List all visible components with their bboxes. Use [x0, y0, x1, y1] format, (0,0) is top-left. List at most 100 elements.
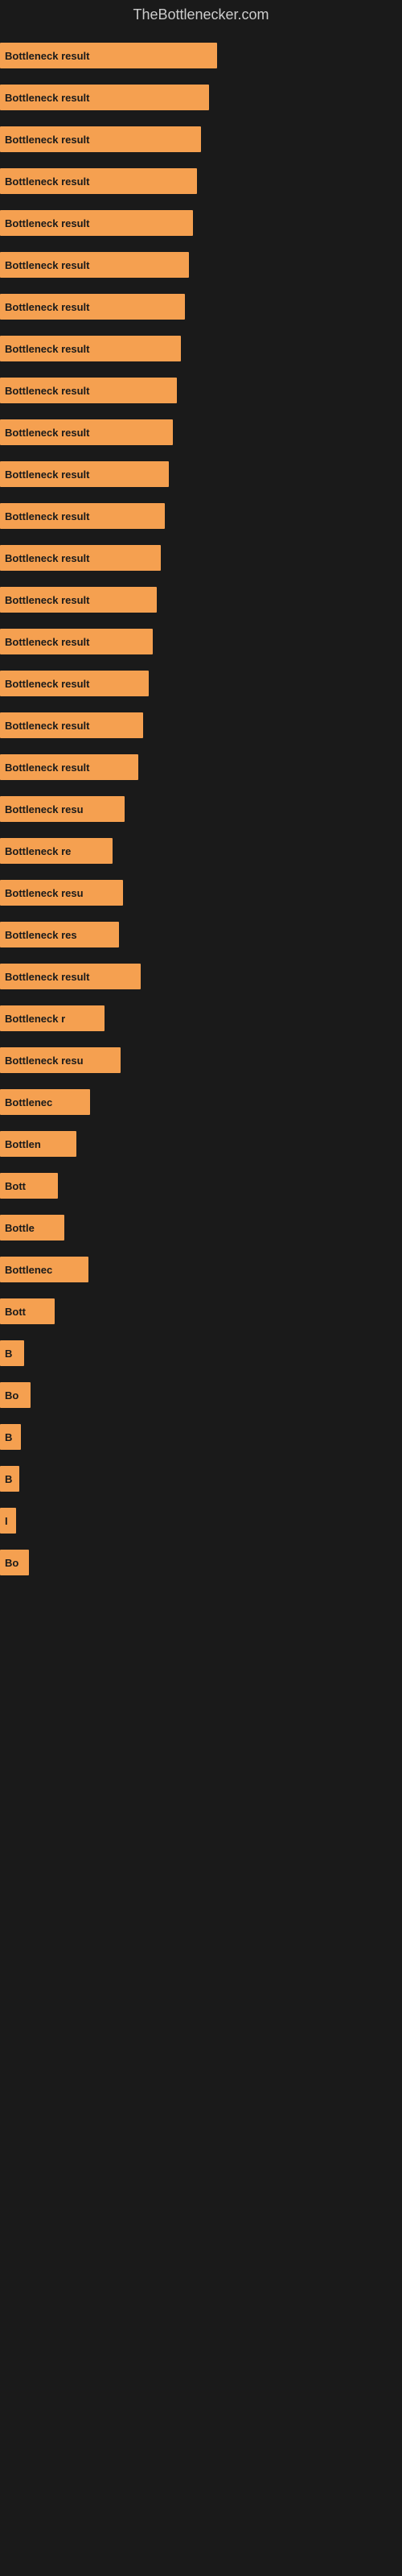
bar-label: Bottleneck result: [5, 385, 89, 397]
bar-label: Bottleneck resu: [5, 803, 84, 815]
bottleneck-bar: Bottlen: [0, 1131, 76, 1157]
bottleneck-bar: Bottleneck result: [0, 671, 149, 696]
bottleneck-bar: Bottleneck result: [0, 712, 143, 738]
bar-row: Bottleneck result: [0, 704, 402, 746]
bar-row: Bottleneck resu: [0, 788, 402, 830]
bar-label: Bottleneck result: [5, 343, 89, 355]
bar-row: Bottleneck result: [0, 76, 402, 118]
bottleneck-bar: Bottleneck result: [0, 336, 181, 361]
bottleneck-bar: Bottleneck resu: [0, 880, 123, 906]
bar-label: Bottleneck result: [5, 720, 89, 732]
bar-label: Bo: [5, 1389, 18, 1402]
bar-row: Bott: [0, 1165, 402, 1207]
bottleneck-bar: Bottleneck result: [0, 294, 185, 320]
bar-label: Bottleneck result: [5, 427, 89, 439]
bar-row: Bottleneck re: [0, 830, 402, 872]
bar-row: Bottleneck result: [0, 244, 402, 286]
bar-label: Bottleneck result: [5, 594, 89, 606]
bottleneck-bar: Bottleneck r: [0, 1005, 105, 1031]
bar-label: B: [5, 1473, 12, 1485]
bar-label: Bottleneck res: [5, 929, 77, 941]
bar-row: B: [0, 1332, 402, 1374]
bar-label: Bottleneck result: [5, 175, 89, 188]
bar-row: Bo: [0, 1542, 402, 1583]
site-title-container: TheBottlenecker.com: [0, 0, 402, 27]
bottleneck-bar: Bottleneck result: [0, 252, 189, 278]
bar-label: Bottlenec: [5, 1264, 52, 1276]
bar-label: Bottlen: [5, 1138, 41, 1150]
bar-row: Bottlenec: [0, 1081, 402, 1123]
bottleneck-bar: Bottleneck result: [0, 419, 173, 445]
bar-row: Bottleneck result: [0, 746, 402, 788]
bar-row: Bottleneck result: [0, 453, 402, 495]
bar-label: Bottleneck result: [5, 134, 89, 146]
bar-row: Bottleneck result: [0, 537, 402, 579]
bottleneck-bar: B: [0, 1466, 19, 1492]
bar-row: Bottleneck result: [0, 369, 402, 411]
bottleneck-bar: Bott: [0, 1298, 55, 1324]
bar-label: Bottleneck resu: [5, 887, 84, 899]
bar-row: Bottleneck result: [0, 328, 402, 369]
bar-label: Bottleneck result: [5, 552, 89, 564]
bottleneck-bar: Bottleneck result: [0, 587, 157, 613]
bottleneck-bar: B: [0, 1340, 24, 1366]
bar-row: Bottleneck resu: [0, 872, 402, 914]
bar-row: Bottleneck result: [0, 118, 402, 160]
bar-label: Bott: [5, 1306, 26, 1318]
bar-row: Bo: [0, 1374, 402, 1416]
bottleneck-bar: Bottleneck result: [0, 754, 138, 780]
bar-label: B: [5, 1348, 12, 1360]
bottleneck-bar: Bottle: [0, 1215, 64, 1241]
bar-label: Bottleneck result: [5, 636, 89, 648]
bottleneck-bar: Bottleneck result: [0, 210, 193, 236]
bar-row: Bottleneck result: [0, 579, 402, 621]
bar-label: Bottleneck result: [5, 510, 89, 522]
bar-row: Bottleneck result: [0, 35, 402, 76]
bar-label: Bottleneck result: [5, 217, 89, 229]
bar-label: Bottlenec: [5, 1096, 52, 1108]
bottleneck-bar: Bottleneck res: [0, 922, 119, 947]
bottleneck-bar: Bottleneck result: [0, 378, 177, 403]
bar-row: Bottleneck result: [0, 160, 402, 202]
bar-row: Bottlenec: [0, 1249, 402, 1290]
bar-label: Bott: [5, 1180, 26, 1192]
bar-label: Bottleneck result: [5, 762, 89, 774]
bottleneck-bar: Bottleneck result: [0, 43, 217, 68]
bar-label: Bottleneck result: [5, 971, 89, 983]
bar-row: Bottleneck result: [0, 621, 402, 663]
bar-label: Bottleneck result: [5, 259, 89, 271]
bottleneck-bar: Bo: [0, 1382, 31, 1408]
bar-label: Bottle: [5, 1222, 35, 1234]
bottleneck-bar: Bottleneck result: [0, 545, 161, 571]
site-title: TheBottlenecker.com: [0, 0, 402, 27]
bar-row: Bottlen: [0, 1123, 402, 1165]
bottleneck-bar: I: [0, 1508, 16, 1534]
bar-row: Bottleneck result: [0, 663, 402, 704]
bars-container: Bottleneck result Bottleneck result Bottle…: [0, 27, 402, 1591]
bar-row: B: [0, 1458, 402, 1500]
bar-label: Bottleneck result: [5, 50, 89, 62]
bar-label: Bottleneck result: [5, 678, 89, 690]
bar-label: Bo: [5, 1557, 18, 1569]
bar-row: Bott: [0, 1290, 402, 1332]
bottleneck-bar: Bottlenec: [0, 1089, 90, 1115]
bar-row: Bottleneck result: [0, 286, 402, 328]
bottleneck-bar: B: [0, 1424, 21, 1450]
bottleneck-bar: Bottleneck result: [0, 629, 153, 654]
bar-label: Bottleneck result: [5, 301, 89, 313]
bar-row: I: [0, 1500, 402, 1542]
bar-label: Bottleneck resu: [5, 1055, 84, 1067]
bottleneck-bar: Bottleneck result: [0, 126, 201, 152]
bar-row: Bottleneck res: [0, 914, 402, 956]
bar-row: Bottleneck result: [0, 956, 402, 997]
bottleneck-bar: Bottleneck result: [0, 85, 209, 110]
bottleneck-bar: Bott: [0, 1173, 58, 1199]
bar-label: B: [5, 1431, 12, 1443]
bar-row: Bottleneck result: [0, 495, 402, 537]
bottleneck-bar: Bottleneck result: [0, 503, 165, 529]
bar-row: Bottle: [0, 1207, 402, 1249]
bar-label: Bottleneck re: [5, 845, 71, 857]
bar-row: Bottleneck r: [0, 997, 402, 1039]
bar-label: Bottleneck r: [5, 1013, 65, 1025]
bar-row: Bottleneck resu: [0, 1039, 402, 1081]
